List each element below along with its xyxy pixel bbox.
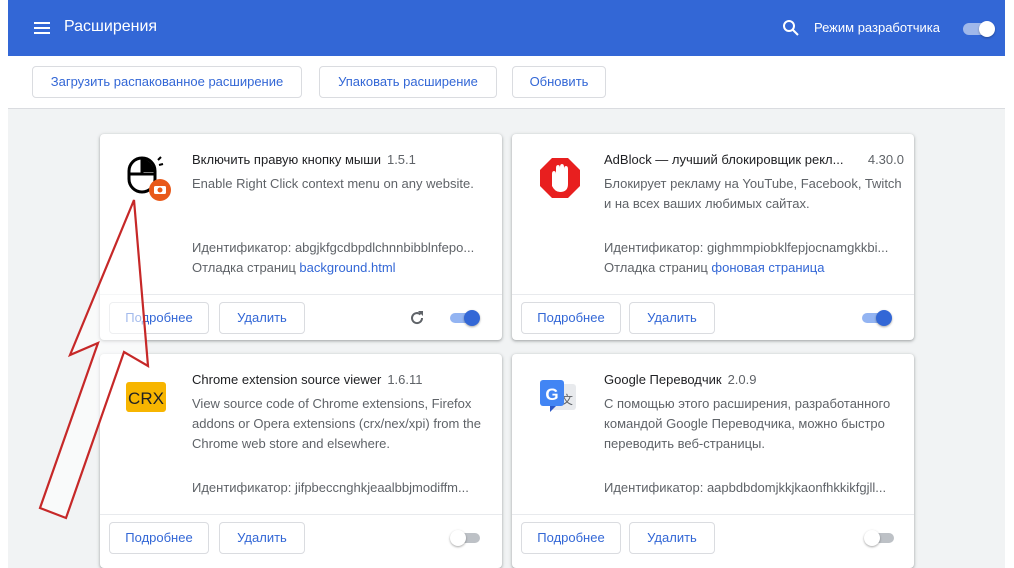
remove-button[interactable]: Удалить — [219, 522, 305, 554]
id-label: Идентификатор: — [604, 480, 704, 495]
details-button[interactable]: Подробнее — [521, 302, 621, 334]
remove-button[interactable]: Удалить — [629, 302, 715, 334]
remove-button[interactable]: Удалить — [219, 302, 305, 334]
id-label: Идентификатор: — [192, 480, 292, 495]
details-button[interactable]: Подробнее — [109, 302, 209, 334]
extension-description: С помощью этого расширения, разработанно… — [604, 396, 891, 451]
card-divider — [512, 294, 914, 295]
extension-name: Включить правую кнопку мыши — [192, 152, 381, 167]
extension-card: Включить правую кнопку мыши 1.5.1 Enable … — [100, 134, 502, 340]
extension-description: Блокирует рекламу на YouTube, Facebook, … — [604, 176, 902, 211]
enable-toggle[interactable] — [860, 309, 894, 327]
inspect-views-label: Отладка страниц — [604, 260, 708, 275]
window-right-edge — [1006, 0, 1014, 568]
crx-icon: CRX — [124, 374, 172, 422]
extension-description: View source code of Chrome extensions, F… — [192, 396, 482, 451]
card-divider — [512, 514, 914, 515]
extension-id: aapbdbdomjkkjkaonfhkkikfgjll... — [706, 480, 887, 495]
extension-version: 2.0.9 — [727, 372, 757, 387]
load-unpacked-button[interactable]: Загрузить распакованное расширение — [32, 66, 302, 98]
inspect-view-link[interactable]: background.html — [299, 260, 395, 275]
card-divider — [100, 294, 502, 295]
extension-id: gighmmpiobklfepjocnamgkkbi... — [706, 240, 889, 255]
translate-icon-text: G — [545, 385, 558, 404]
window-left-edge — [0, 0, 8, 568]
adblock-hand-icon — [536, 154, 584, 202]
details-button[interactable]: Подробнее — [109, 522, 209, 554]
dev-toolbar: Загрузить распакованное расширение Упако… — [8, 56, 1005, 109]
extension-name: Chrome extension source viewer — [192, 372, 382, 387]
extensions-page: Расширения Режим разработчика Загрузить … — [8, 0, 1005, 568]
extension-card: 文 G Google Переводчик 2.0.9 С помощью это… — [512, 354, 914, 568]
crx-icon-text: CRX — [128, 389, 164, 408]
remove-button[interactable]: Удалить — [629, 522, 715, 554]
hamburger-menu-icon[interactable] — [34, 22, 50, 34]
google-translate-icon: 文 G — [536, 374, 584, 422]
card-divider — [100, 514, 502, 515]
search-icon[interactable] — [782, 19, 800, 37]
dev-mode-label: Режим разработчика — [814, 20, 941, 35]
extension-version: 1.6.11 — [387, 372, 423, 387]
reload-icon[interactable] — [408, 309, 426, 327]
extension-version: 1.5.1 — [386, 152, 416, 167]
enable-toggle[interactable] — [864, 529, 898, 547]
inspect-views-label: Отладка страниц — [192, 260, 296, 275]
page-title: Расширения — [64, 18, 158, 35]
id-label: Идентификатор: — [192, 240, 292, 255]
inspect-view-link[interactable]: фоновая страница — [711, 260, 824, 275]
extension-version: 4.30.0 — [867, 152, 904, 167]
id-label: Идентификатор: — [604, 240, 704, 255]
dev-mode-toggle[interactable] — [963, 21, 995, 37]
extension-id: abgjkfgcdbpdlchnnbibblnfepo... — [294, 240, 475, 255]
extension-card: CRX Chrome extension source viewer 1.6.11… — [100, 354, 502, 568]
mouse-icon — [124, 154, 172, 202]
enable-toggle[interactable] — [448, 309, 482, 327]
extension-id: jifpbeccnghkjeaalbbjmodiffm... — [294, 480, 469, 495]
extension-card: AdBlock — лучший блокировщик рекл... 4.3… — [512, 134, 914, 340]
details-button[interactable]: Подробнее — [521, 522, 621, 554]
extension-name: Google Переводчик — [604, 372, 722, 387]
extension-description: Enable Right Click context menu on any w… — [192, 176, 474, 191]
enable-toggle[interactable] — [450, 529, 484, 547]
header-bar: Расширения Режим разработчика — [8, 0, 1005, 56]
update-button[interactable]: Обновить — [512, 66, 606, 98]
pack-extension-button[interactable]: Упаковать расширение — [319, 66, 497, 98]
extension-name: AdBlock — лучший блокировщик рекл... — [604, 152, 844, 167]
